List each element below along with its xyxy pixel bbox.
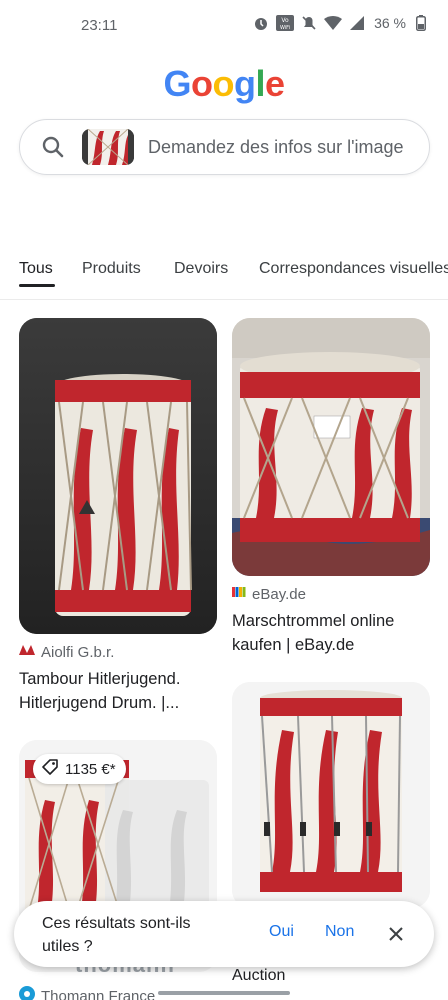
logo-letter: o [212, 63, 234, 104]
ebay-favicon-icon [232, 585, 246, 603]
status-bar: 23:11 Vo WiFi 36 % [0, 0, 448, 52]
logo-letter: o [190, 63, 213, 104]
status-time: 23:11 [81, 17, 118, 34]
site-favicon-icon [19, 643, 35, 661]
battery-level: 36 % [374, 15, 406, 31]
result-title-4[interactable]: Auction [232, 967, 285, 985]
source-name: Aiolfi G.b.r. [41, 643, 115, 661]
filter-tabs: Tous Produits Devoirs Correspondances vi… [0, 250, 448, 300]
feedback-no-button[interactable]: Non [325, 923, 354, 941]
price-badge: 1135 €* [33, 754, 126, 784]
title-line: kaufen | eBay.de [232, 636, 355, 654]
result-source-3[interactable]: Thomann France [19, 986, 155, 1000]
price-tag-icon [41, 758, 59, 781]
search-placeholder[interactable]: Demandez des infos sur l'image [148, 137, 404, 158]
feedback-yes-button[interactable]: Oui [269, 923, 294, 941]
result-image-4[interactable] [232, 682, 430, 908]
result-image-2[interactable] [232, 318, 430, 576]
feedback-question: Ces résultats sont-ils utiles ? [42, 915, 191, 955]
source-name: Thomann France [41, 987, 156, 1000]
result-title-1[interactable]: Tambour Hitlerjugend. Hitlerjugend Drum.… [19, 667, 219, 715]
feedback-bar: Ces résultats sont-ils utiles ? Oui Non [14, 901, 434, 967]
gesture-navigation-bar[interactable] [158, 991, 290, 995]
mute-icon [300, 14, 318, 32]
source-name: eBay.de [252, 585, 306, 603]
svg-text:WiFi: WiFi [280, 25, 290, 31]
title-line: Marschtrommel online [232, 612, 395, 630]
tab-devoirs[interactable]: Devoirs [174, 260, 228, 278]
logo-letter: g [233, 63, 256, 104]
search-image-thumbnail[interactable] [82, 129, 134, 165]
active-tab-indicator [19, 284, 55, 287]
title-line: Tambour Hitlerjugend. [19, 670, 181, 688]
logo-letter: e [265, 63, 285, 104]
logo-letter: G [163, 63, 191, 104]
tab-tous[interactable]: Tous [19, 260, 53, 278]
close-icon[interactable] [384, 922, 408, 946]
search-box[interactable]: Demandez des infos sur l'image [19, 119, 430, 175]
search-icon[interactable] [40, 134, 66, 160]
thomann-favicon-icon [19, 986, 35, 1000]
signal-icon [348, 14, 366, 32]
result-title-2[interactable]: Marschtrommel online kaufen | eBay.de [232, 609, 432, 657]
status-icons: Vo WiFi 36 % [252, 14, 430, 32]
tab-correspondances-visuelles[interactable]: Correspondances visuelles [259, 260, 448, 278]
price-value: 1135 €* [65, 760, 116, 778]
title-line: Hitlerjugend Drum. |... [19, 694, 180, 712]
alarm-icon [252, 14, 270, 32]
logo-letter: l [255, 63, 265, 104]
wifi-icon [324, 14, 343, 32]
google-logo: Google [0, 63, 448, 105]
svg-text:Vo: Vo [281, 17, 289, 24]
result-source-2[interactable]: eBay.de [232, 585, 306, 603]
tab-produits[interactable]: Produits [82, 260, 141, 278]
battery-icon [412, 14, 430, 32]
result-image-1[interactable] [19, 318, 217, 634]
vowifi-icon: Vo WiFi [276, 14, 295, 32]
result-source-1[interactable]: Aiolfi G.b.r. [19, 643, 114, 661]
